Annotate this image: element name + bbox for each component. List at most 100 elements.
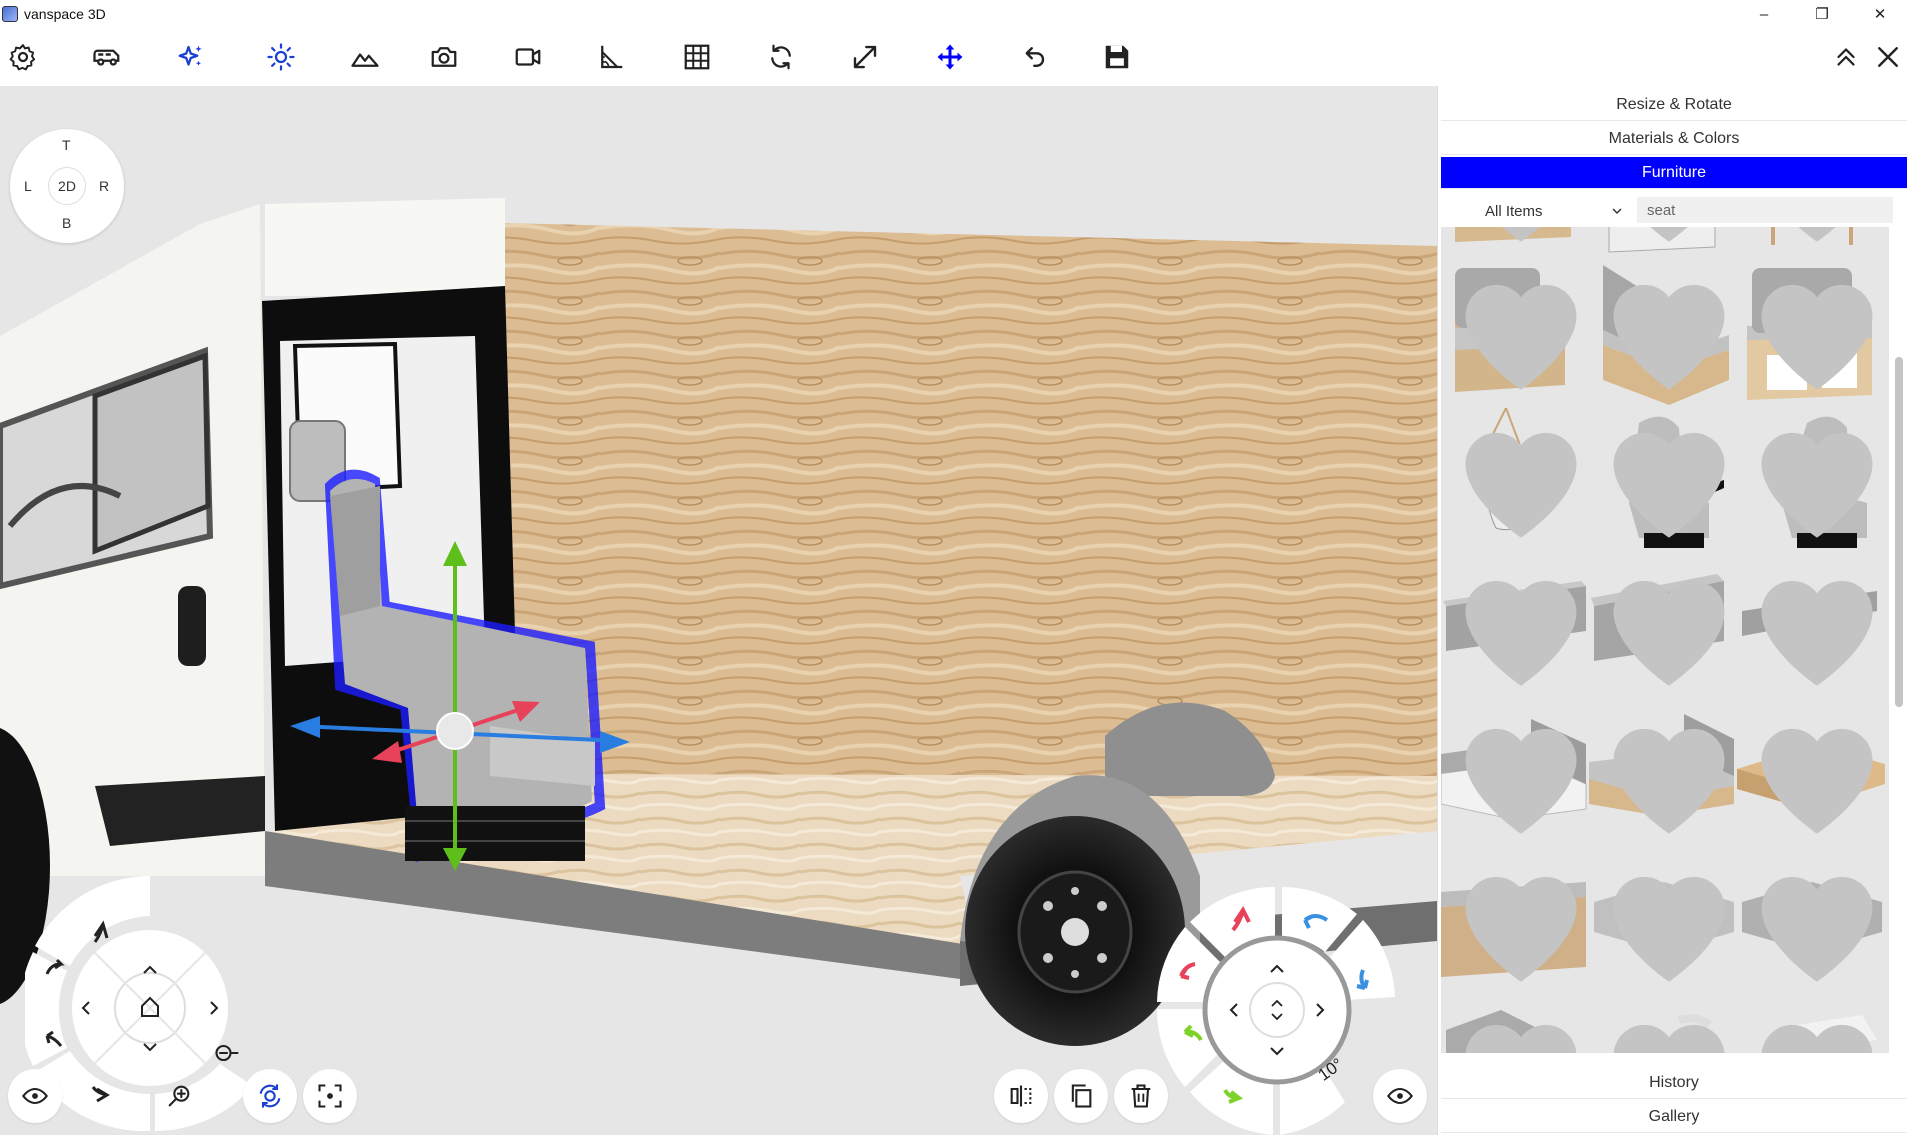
sun-icon — [267, 43, 295, 71]
effects-button[interactable] — [162, 28, 220, 86]
tab-furniture[interactable]: Furniture — [1441, 157, 1907, 189]
category-select[interactable]: All Items — [1479, 199, 1629, 223]
expand-icon — [853, 45, 877, 69]
tab-resize-rotate[interactable]: Resize & Rotate — [1441, 89, 1907, 121]
visibility-toggle-left[interactable] — [8, 1069, 62, 1123]
furniture-item[interactable] — [1589, 704, 1737, 852]
furniture-item[interactable] — [1737, 704, 1885, 852]
view-2d[interactable]: 2D — [48, 167, 86, 205]
measure-button[interactable] — [582, 28, 640, 86]
favorite-heart-icon[interactable] — [1595, 402, 1743, 550]
3d-viewport[interactable]: T L 2D R B 10° — [0, 86, 1437, 1135]
settings-icon — [9, 44, 36, 71]
furniture-item[interactable] — [1441, 704, 1589, 852]
favorite-heart-icon[interactable] — [1447, 846, 1595, 994]
furniture-item[interactable] — [1737, 260, 1885, 408]
measure-angle-icon — [601, 45, 623, 69]
close-icon — [1878, 47, 1898, 67]
favorite-heart-icon[interactable] — [1743, 846, 1889, 994]
landscape-button[interactable] — [336, 28, 394, 86]
orbit-icon — [259, 1084, 281, 1108]
furniture-item[interactable] — [1441, 852, 1589, 1000]
view-left[interactable]: L — [24, 178, 32, 194]
visibility-toggle-right[interactable] — [1373, 1069, 1427, 1123]
furniture-item[interactable] — [1737, 556, 1885, 704]
trash-icon — [1131, 1084, 1151, 1108]
favorite-heart-icon[interactable] — [1447, 254, 1595, 402]
favorite-heart-icon[interactable] — [1595, 254, 1743, 402]
favorite-heart-icon[interactable] — [1595, 550, 1743, 698]
favorite-heart-icon[interactable] — [1595, 227, 1743, 254]
tab-gallery[interactable]: Gallery — [1441, 1101, 1907, 1133]
tab-history[interactable]: History — [1441, 1067, 1907, 1099]
furniture-item[interactable] — [1441, 260, 1589, 408]
grid-button[interactable] — [668, 28, 726, 86]
furniture-item[interactable] — [1589, 260, 1737, 408]
favorite-heart-icon[interactable] — [1743, 402, 1889, 550]
furniture-item[interactable] — [1737, 1000, 1885, 1053]
favorite-heart-icon[interactable] — [1743, 227, 1889, 254]
zoom-in-button[interactable] — [152, 1069, 206, 1123]
favorite-heart-icon[interactable] — [1595, 994, 1743, 1053]
focus-button[interactable] — [303, 1069, 357, 1123]
zoom-out-button[interactable] — [200, 1026, 254, 1080]
favorite-heart-icon[interactable] — [1447, 698, 1595, 846]
furniture-item[interactable] — [1737, 408, 1885, 556]
favorite-heart-icon[interactable] — [1447, 550, 1595, 698]
furniture-item[interactable] — [1441, 556, 1589, 704]
furniture-item[interactable] — [1441, 405, 1589, 556]
object-control-wheel — [1156, 886, 1395, 1135]
video-button[interactable] — [499, 28, 557, 86]
furniture-item[interactable] — [1589, 408, 1737, 556]
camera-button[interactable] — [415, 28, 473, 86]
furniture-item[interactable] — [1441, 1000, 1589, 1053]
close-panel-button[interactable] — [1867, 28, 1909, 86]
furniture-item[interactable] — [1589, 556, 1737, 704]
furniture-item[interactable] — [1737, 852, 1885, 1000]
grid-scrollbar[interactable] — [1892, 227, 1906, 1053]
duplicate-button[interactable] — [1054, 1069, 1108, 1123]
save-button[interactable] — [1088, 28, 1146, 86]
chevron-down-icon — [1612, 208, 1622, 215]
favorite-heart-icon[interactable] — [1743, 994, 1889, 1053]
search-input[interactable] — [1637, 197, 1893, 223]
mirror-button[interactable] — [994, 1069, 1048, 1123]
favorite-heart-icon[interactable] — [1447, 402, 1595, 550]
furniture-item[interactable] — [1589, 1000, 1737, 1053]
focus-icon — [318, 1084, 342, 1108]
lighting-button[interactable] — [252, 28, 310, 86]
move-button[interactable] — [921, 28, 979, 86]
filter-row: All Items — [1441, 193, 1907, 227]
minimize-button[interactable]: – — [1735, 0, 1793, 28]
favorite-heart-icon[interactable] — [1447, 994, 1595, 1053]
side-panel: Resize & Rotate Materials & Colors Furni… — [1437, 86, 1909, 1135]
view-right[interactable]: R — [99, 178, 109, 194]
favorite-heart-icon[interactable] — [1743, 254, 1889, 402]
view-bottom[interactable]: B — [62, 215, 71, 231]
view-cube[interactable]: T L 2D R B — [10, 129, 124, 243]
scrollbar-thumb[interactable] — [1895, 357, 1903, 707]
favorite-heart-icon[interactable] — [1595, 698, 1743, 846]
orbit-button[interactable] — [243, 1069, 297, 1123]
view-top[interactable]: T — [62, 137, 71, 153]
move-icon — [937, 44, 963, 70]
close-window-button[interactable]: ✕ — [1851, 0, 1909, 28]
category-value: All Items — [1485, 202, 1543, 220]
maximize-button[interactable]: ❐ — [1793, 0, 1851, 28]
sync-button[interactable] — [752, 28, 810, 86]
video-icon — [515, 48, 541, 66]
van-button[interactable] — [78, 28, 136, 86]
favorite-heart-icon[interactable] — [1595, 846, 1743, 994]
furniture-item[interactable] — [1589, 852, 1737, 1000]
undo-button[interactable] — [1004, 28, 1062, 86]
app-title: vanspace 3D — [24, 6, 106, 22]
favorite-heart-icon[interactable] — [1743, 550, 1889, 698]
zoom-out-icon — [215, 1044, 239, 1062]
resize-button[interactable] — [836, 28, 894, 86]
furniture-grid — [1441, 227, 1889, 1053]
favorite-heart-icon[interactable] — [1743, 698, 1889, 846]
favorite-heart-icon[interactable] — [1447, 227, 1595, 254]
settings-button[interactable] — [0, 28, 52, 86]
collapse-toolbar-button[interactable] — [1825, 28, 1867, 86]
tab-materials-colors[interactable]: Materials & Colors — [1441, 123, 1907, 155]
